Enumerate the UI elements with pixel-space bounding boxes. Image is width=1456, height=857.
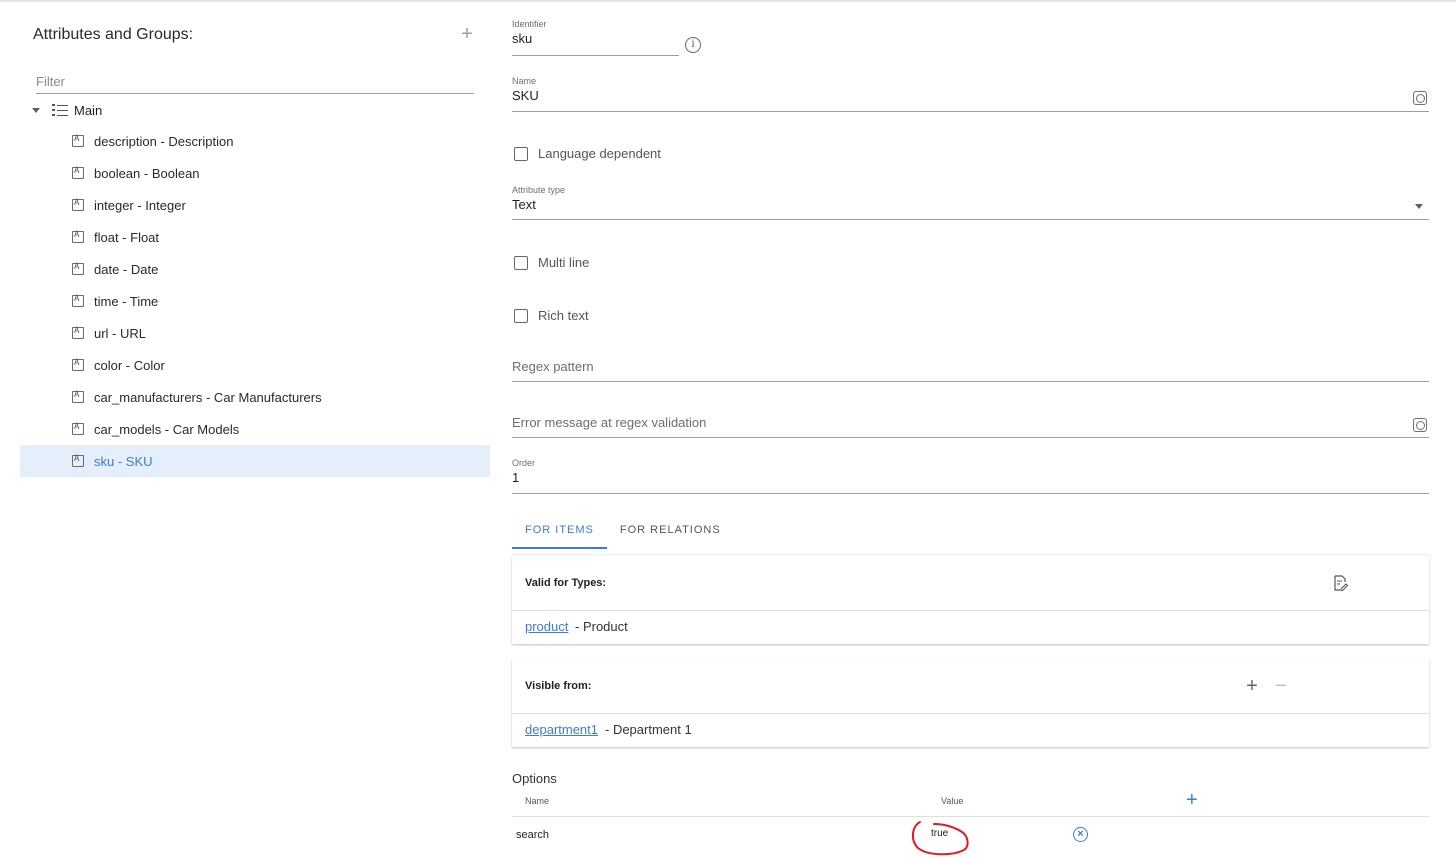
remove-circle-x-icon[interactable]: × — [1073, 827, 1088, 842]
tree-item-label: time - Time — [94, 293, 159, 309]
language-dependent-checkbox[interactable] — [514, 146, 528, 161]
tree-item[interactable]: boolean - Boolean — [20, 157, 490, 189]
plus-icon[interactable]: + — [1244, 676, 1260, 696]
valid-types-title: Valid for Types: — [525, 577, 607, 589]
visible-from-title: Visible from: — [525, 680, 592, 692]
tree-item-label: url - URL — [94, 325, 147, 341]
tree-items: description - Description boolean - Bool… — [20, 125, 490, 477]
globe-icon[interactable] — [1413, 91, 1427, 105]
visible-from-row: department1 - Department 1 — [512, 714, 1429, 746]
edit-list-icon[interactable] — [1334, 575, 1348, 591]
tree-item-label: float - Float — [94, 229, 160, 245]
attribute-type-label: Attribute type — [512, 185, 566, 195]
tree-item[interactable]: date - Date — [20, 253, 490, 285]
type-text: - Product — [575, 619, 628, 634]
tree-item-label: car_models - Car Models — [94, 421, 240, 437]
visible-from-card: Visible from: + − department1 - Departme… — [512, 659, 1429, 747]
list-icon — [52, 103, 68, 117]
name-field[interactable]: Name SKU — [512, 74, 1429, 112]
valid-types-header: Valid for Types: — [512, 556, 1429, 611]
tree-item[interactable]: description - Description — [20, 125, 490, 157]
filter-input[interactable] — [36, 70, 474, 94]
visible-from-header: Visible from: + − — [512, 659, 1429, 714]
rich-text-row: Rich text — [514, 308, 589, 323]
identifier-field[interactable]: Identifier sku — [512, 18, 679, 56]
identifier-value: sku — [512, 31, 533, 46]
attribute-icon — [72, 294, 84, 307]
tree-item-label: description - Description — [94, 133, 234, 149]
tree-item[interactable]: integer - Integer — [20, 189, 490, 221]
attribute-type-value: Text — [512, 197, 536, 212]
tree-item[interactable]: car_manufacturers - Car Manufacturers — [20, 381, 490, 413]
attribute-icon — [72, 134, 84, 147]
valid-types-row: product - Product — [512, 611, 1429, 643]
options-col-name: Name — [525, 796, 550, 806]
type-link[interactable]: product — [525, 619, 568, 634]
tree-item[interactable]: color - Color — [20, 349, 490, 381]
multi-line-checkbox[interactable] — [514, 255, 528, 270]
attribute-icon — [72, 390, 84, 403]
add-plus-icon[interactable]: + — [458, 24, 476, 44]
valid-types-card: Valid for Types: product - Product — [512, 556, 1429, 644]
tree-root-main[interactable]: Main — [30, 100, 470, 120]
tree-item-label: color - Color — [94, 357, 165, 373]
sidebar-title: Attributes and Groups: — [33, 26, 194, 43]
regex-pattern-field[interactable]: Regex pattern — [512, 358, 1429, 382]
tree-item-label: boolean - Boolean — [94, 165, 200, 181]
department-text: - Department 1 — [605, 722, 692, 737]
attribute-form: Identifier sku i Name SKU Language depen… — [512, 0, 1429, 857]
tree-item-label: date - Date — [94, 261, 159, 277]
tab-bar: FOR ITEMS FOR RELATIONS — [512, 514, 734, 549]
tree-root-label: Main — [74, 102, 103, 118]
department-link[interactable]: department1 — [525, 722, 598, 737]
minus-icon[interactable]: − — [1273, 676, 1289, 696]
name-value: SKU — [512, 88, 539, 103]
tree-item[interactable]: url - URL — [20, 317, 490, 349]
attribute-icon — [72, 422, 84, 435]
globe-icon[interactable] — [1413, 418, 1427, 432]
multi-line-label: Multi line — [538, 255, 590, 270]
attribute-icon — [72, 358, 84, 371]
attribute-icon — [72, 230, 84, 243]
attribute-icon — [72, 198, 84, 211]
options-title: Options — [512, 771, 557, 786]
attribute-icon — [72, 454, 84, 467]
tab-for-relations[interactable]: FOR RELATIONS — [607, 514, 734, 549]
attribute-type-select[interactable]: Attribute type Text — [512, 183, 1429, 220]
tree-item-label: integer - Integer — [94, 197, 186, 213]
attribute-icon — [72, 262, 84, 275]
language-dependent-row: Language dependent — [514, 146, 661, 161]
options-col-value: Value — [941, 796, 964, 806]
tree-item-selected[interactable]: sku - SKU — [20, 445, 490, 477]
regex-error-label: Error message at regex validation — [512, 415, 707, 430]
tab-for-items[interactable]: FOR ITEMS — [512, 514, 607, 549]
order-field[interactable]: Order 1 — [512, 457, 1429, 494]
regex-error-field[interactable]: Error message at regex validation — [512, 414, 1429, 438]
order-label: Order — [512, 458, 536, 468]
chevron-down-icon[interactable] — [1415, 204, 1423, 209]
tab-divider — [512, 554, 1429, 555]
tree-item-label: sku - SKU — [94, 453, 153, 469]
option-name[interactable]: search — [516, 829, 549, 841]
caret-down-icon[interactable] — [32, 107, 40, 113]
name-label: Name — [512, 76, 537, 86]
tree-item[interactable]: car_models - Car Models — [20, 413, 490, 445]
regex-pattern-label: Regex pattern — [512, 359, 594, 374]
attributes-sidebar: Attributes and Groups: + Main descriptio… — [20, 0, 490, 857]
tree-item[interactable]: time - Time — [20, 285, 490, 317]
rich-text-checkbox[interactable] — [514, 308, 528, 323]
attribute-icon — [72, 166, 84, 179]
tree-item-label: car_manufacturers - Car Manufacturers — [94, 389, 322, 405]
add-option-plus-icon[interactable]: + — [1186, 790, 1198, 810]
red-circle-annotation — [912, 821, 969, 856]
tree-item[interactable]: float - Float — [20, 221, 490, 253]
language-dependent-label: Language dependent — [538, 146, 661, 161]
multi-line-row: Multi line — [514, 255, 589, 270]
info-icon[interactable]: i — [685, 37, 701, 53]
attribute-icon — [72, 326, 84, 339]
order-value: 1 — [512, 470, 520, 485]
identifier-label: Identifier — [512, 19, 547, 29]
rich-text-label: Rich text — [538, 308, 589, 323]
